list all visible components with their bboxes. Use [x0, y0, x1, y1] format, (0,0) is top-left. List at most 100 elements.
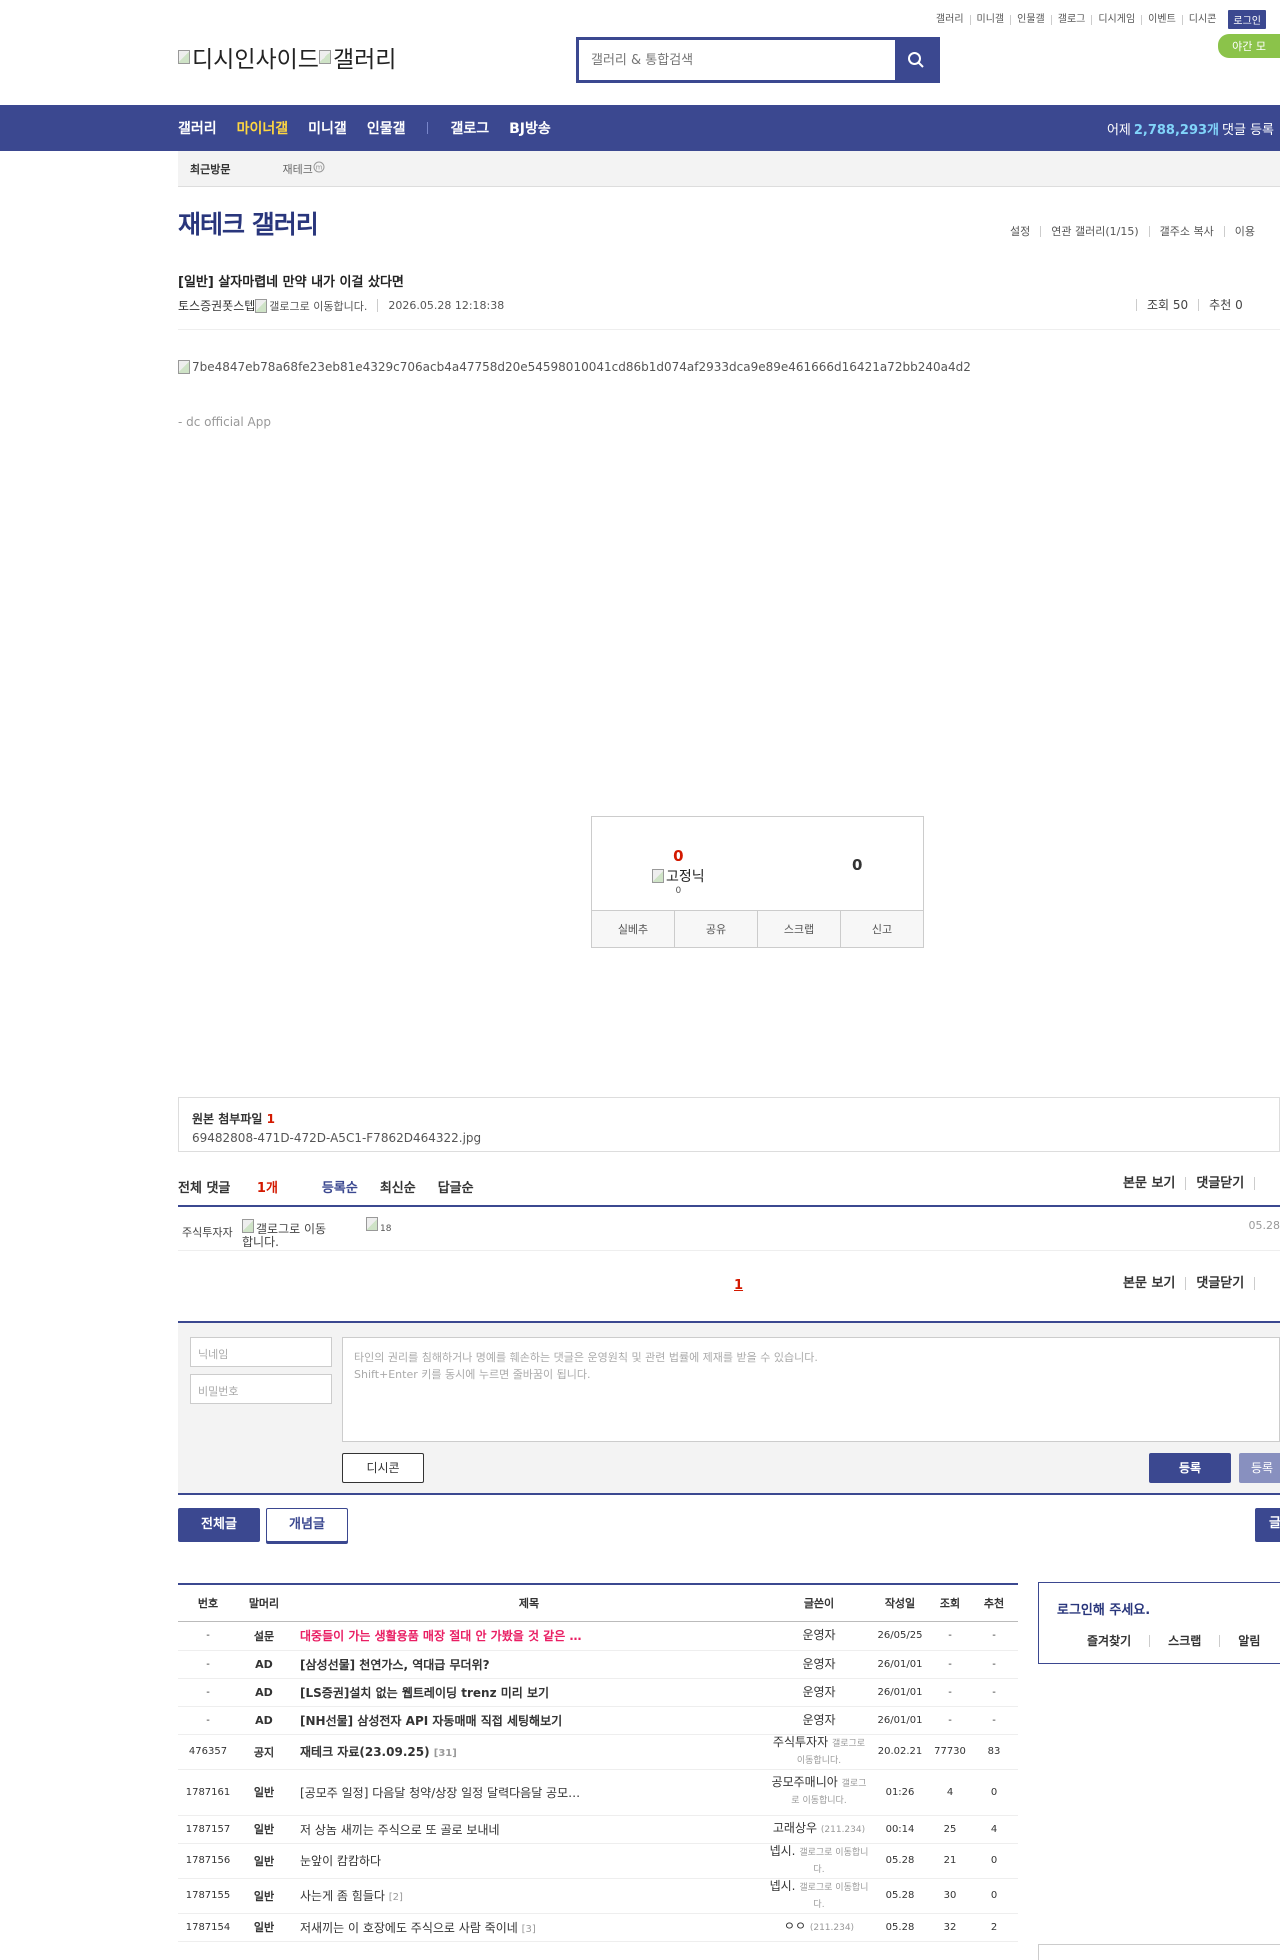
row-reply-count[interactable]: [2] [389, 1892, 403, 1903]
row-title-text[interactable]: [공모주 일정] 다음달 청약/상장 일정 달력다음달 공모… [300, 1786, 580, 1800]
util-link-dccon[interactable]: 디시콘 [1181, 14, 1223, 25]
sidebar-alarm[interactable]: 알림 [1219, 1635, 1278, 1647]
refresh-comments-bottom[interactable] [1254, 1277, 1275, 1290]
comment-page-current[interactable]: 1 [734, 1278, 743, 1293]
row-title-text[interactable]: [삼성선물] 천연가스, 역대급 무더위? [300, 1658, 490, 1672]
row-writer-name[interactable]: ㅇㅇ [784, 1919, 806, 1933]
row-title-text[interactable]: 저 상놈 새끼는 주식으로 또 골로 보내네 [300, 1823, 500, 1837]
sort-registered[interactable]: 등록순 [322, 1177, 358, 1196]
row-reply-count[interactable]: [31] [434, 1748, 457, 1759]
row-title[interactable]: 대중들이 가는 생활용품 매장 절대 안 가봤을 것 같은 … [290, 1621, 768, 1651]
table-row[interactable]: 1787156 일반 눈앞이 캄캄하다 넵시. 갤로그로 이동합니다. 05.28 21 0 [178, 1843, 1018, 1879]
util-link-dcgame[interactable]: 디시게임 [1091, 14, 1141, 25]
attachment-file[interactable]: 69482808-471D-472D-A5C1-F7862D464322.jpg [192, 1131, 1266, 1145]
row-title[interactable]: 눈앞이 캄캄하다 [290, 1843, 768, 1879]
table-row[interactable]: 1787161 일반 [공모주 일정] 다음달 청약/상장 일정 달력다음달 공모…… [178, 1769, 1018, 1816]
site-logo[interactable]: 디시인사이드 갤러리 [178, 40, 396, 74]
util-link-person[interactable]: 인물갤 [1010, 14, 1051, 25]
recommend-up[interactable]: 0 고정닉 0 [652, 847, 705, 896]
scrap-button[interactable]: 스크랩 [757, 911, 840, 947]
post-image[interactable]: 7be4847eb78a68fe23eb81e4329c706acb4a4775… [178, 360, 971, 374]
table-row[interactable]: 1787157 일반 저 상놈 새끼는 주식으로 또 골로 보내네 고래상우 (211… [178, 1815, 1018, 1844]
row-writer-name[interactable]: 주식투자자 [773, 1735, 828, 1749]
gnb-gallog[interactable]: 갤로그 [450, 118, 489, 138]
write-post-button[interactable]: 글 [1255, 1508, 1280, 1542]
gallery-settings-link[interactable]: 설정 [1000, 226, 1040, 237]
recommend-down-count[interactable]: 0 [852, 856, 862, 874]
gnb-gallery[interactable]: 갤러리 [178, 118, 217, 138]
gnb-person-gallery[interactable]: 인물갤 [367, 118, 406, 138]
row-writer-name[interactable]: 운영자 [802, 1713, 835, 1727]
util-link-minigall[interactable]: 미니갤 [969, 14, 1011, 25]
tab-best-posts[interactable]: 개념글 [266, 1508, 348, 1542]
row-gallog-icon[interactable]: 갤로그로 이동합니다. [799, 1848, 868, 1875]
search-input[interactable] [579, 40, 895, 80]
table-row[interactable]: - AD [NH선물] 삼성전자 API 자동매매 직접 세팅해보기 운영자 26/01… [178, 1706, 1018, 1735]
row-title-text[interactable]: [NH선물] 삼성전자 API 자동매매 직접 세팅해보기 [300, 1714, 562, 1728]
row-writer-name[interactable]: 넵시. [770, 1844, 796, 1858]
gnb-minor-gallery[interactable]: 마이너갤 [237, 118, 289, 138]
row-writer-name[interactable]: 운영자 [802, 1628, 835, 1642]
comment-gallog-icon[interactable]: 갤로그로 이동합니다. [242, 1219, 330, 1249]
night-mode-button[interactable]: 야간 모 [1218, 34, 1280, 58]
row-title[interactable]: [삼성선물] 천연가스, 역대급 무더위? [290, 1650, 768, 1679]
row-title-text[interactable]: 저새끼는 이 호장에도 주식으로 사람 죽이네 [300, 1921, 518, 1935]
dccon-button[interactable]: 디시콘 [342, 1453, 424, 1483]
comment-nick[interactable]: 주식투자자 [182, 1224, 233, 1240]
table-row[interactable]: 1787154 일반 저새끼는 이 호장에도 주식으로 사람 죽이네 [3] ㅇㅇ (… [178, 1913, 1018, 1942]
row-title-text[interactable]: 눈앞이 캄캄하다 [300, 1854, 381, 1868]
view-post-button[interactable]: 본문 보기 [1123, 1177, 1185, 1190]
comment-submit-button[interactable]: 등록 [1149, 1453, 1231, 1483]
sidebar-scrap[interactable]: 스크랩 [1149, 1635, 1219, 1647]
row-writer[interactable]: 운영자 [768, 1621, 870, 1651]
search-button[interactable] [895, 40, 937, 80]
row-writer[interactable]: 고래상우 (211.234) [768, 1815, 870, 1844]
sort-reply[interactable]: 답글순 [438, 1177, 474, 1196]
row-title[interactable]: 저새끼는 이 호장에도 주식으로 사람 죽이네 [3] [290, 1913, 768, 1942]
login-button[interactable]: 로그인 [1228, 10, 1266, 29]
row-title[interactable]: [공모주 일정] 다음달 청약/상장 일정 달력다음달 공모… [290, 1769, 768, 1816]
close-comments-button[interactable]: 댓글닫기 [1185, 1177, 1254, 1190]
sort-latest[interactable]: 최신순 [380, 1177, 416, 1196]
gnb-bj[interactable]: BJ방송 [509, 118, 551, 138]
row-writer[interactable]: ㅇㅇ (211.234) [768, 1913, 870, 1942]
post-author[interactable]: 토스증권폿스텝 [178, 297, 255, 314]
comment-textarea[interactable]: 타인의 권리를 침해하거나 명예를 훼손하는 댓글은 운영원칙 및 관련 법률에… [342, 1337, 1280, 1442]
nickname-input[interactable]: 닉네임 [190, 1337, 332, 1367]
row-writer[interactable]: 운영자 [768, 1650, 870, 1679]
recent-visit-gallery[interactable]: 재테크 m [282, 161, 325, 177]
row-writer[interactable]: 넵시. 갤로그로 이동합니다. [768, 1843, 870, 1879]
close-comments-button-bottom[interactable]: 댓글닫기 [1185, 1277, 1254, 1290]
row-writer[interactable]: 운영자 [768, 1706, 870, 1735]
util-link-gallog[interactable]: 갤로그 [1050, 14, 1092, 25]
row-writer[interactable]: 운영자 [768, 1678, 870, 1707]
comment-submit-with-dccon-button[interactable]: 등록 [1239, 1453, 1280, 1483]
gnb-mini-gallery[interactable]: 미니갤 [308, 118, 347, 138]
row-writer-name[interactable]: 공모주매니아 [772, 1775, 838, 1789]
row-writer-name[interactable]: 넵시. [770, 1879, 796, 1893]
row-writer-name[interactable]: 운영자 [802, 1657, 835, 1671]
table-row[interactable]: 476357 공지 재테크 자료(23.09.25) [31] 주식투자자 갤로그로 … [178, 1734, 1018, 1770]
row-title[interactable]: [NH선물] 삼성전자 API 자동매매 직접 세팅해보기 [290, 1706, 768, 1735]
tab-all-posts[interactable]: 전체글 [178, 1508, 260, 1542]
table-row[interactable]: - AD [삼성선물] 천연가스, 역대급 무더위? 운영자 26/01/01- - [178, 1650, 1018, 1679]
row-title-text[interactable]: 대중들이 가는 생활용품 매장 절대 안 가봤을 것 같은 … [300, 1629, 581, 1643]
copy-url-link[interactable]: 갤주소 복사 [1148, 226, 1224, 237]
sidebar-favorites[interactable]: 즐겨찾기 [1087, 1635, 1149, 1647]
row-gallog-icon[interactable]: 갤로그로 이동합니다. [799, 1883, 868, 1910]
row-writer-name[interactable]: 운영자 [802, 1685, 835, 1699]
row-title[interactable]: 저 상놈 새끼는 주식으로 또 골로 보내네 [290, 1815, 768, 1844]
row-reply-count[interactable]: [3] [522, 1924, 536, 1935]
row-title[interactable]: 재테크 자료(23.09.25) [31] [290, 1734, 768, 1770]
row-title-text[interactable]: 재테크 자료(23.09.25) [300, 1745, 430, 1759]
view-post-button-bottom[interactable]: 본문 보기 [1123, 1277, 1185, 1290]
util-link-gallery[interactable]: 갤러리 [930, 14, 970, 25]
table-row[interactable]: 1787155 일반 사는게 좀 힘들다 [2] 넵시. 갤로그로 이동합니다. 05.… [178, 1878, 1018, 1914]
share-button[interactable]: 공유 [674, 911, 757, 947]
refresh-comments[interactable] [1254, 1177, 1275, 1190]
table-row[interactable]: - AD [LS증권]설치 없는 웹트레이딩 trenz 미리 보기 운영자 26/01… [178, 1678, 1018, 1707]
row-title[interactable]: 사는게 좀 힘들다 [2] [290, 1878, 768, 1914]
row-writer[interactable]: 공모주매니아 갤로그로 이동합니다. [768, 1769, 870, 1816]
related-gallery-link[interactable]: 연관 갤러리(1/15) [1040, 226, 1148, 237]
report-button[interactable]: 신고 [840, 911, 923, 947]
